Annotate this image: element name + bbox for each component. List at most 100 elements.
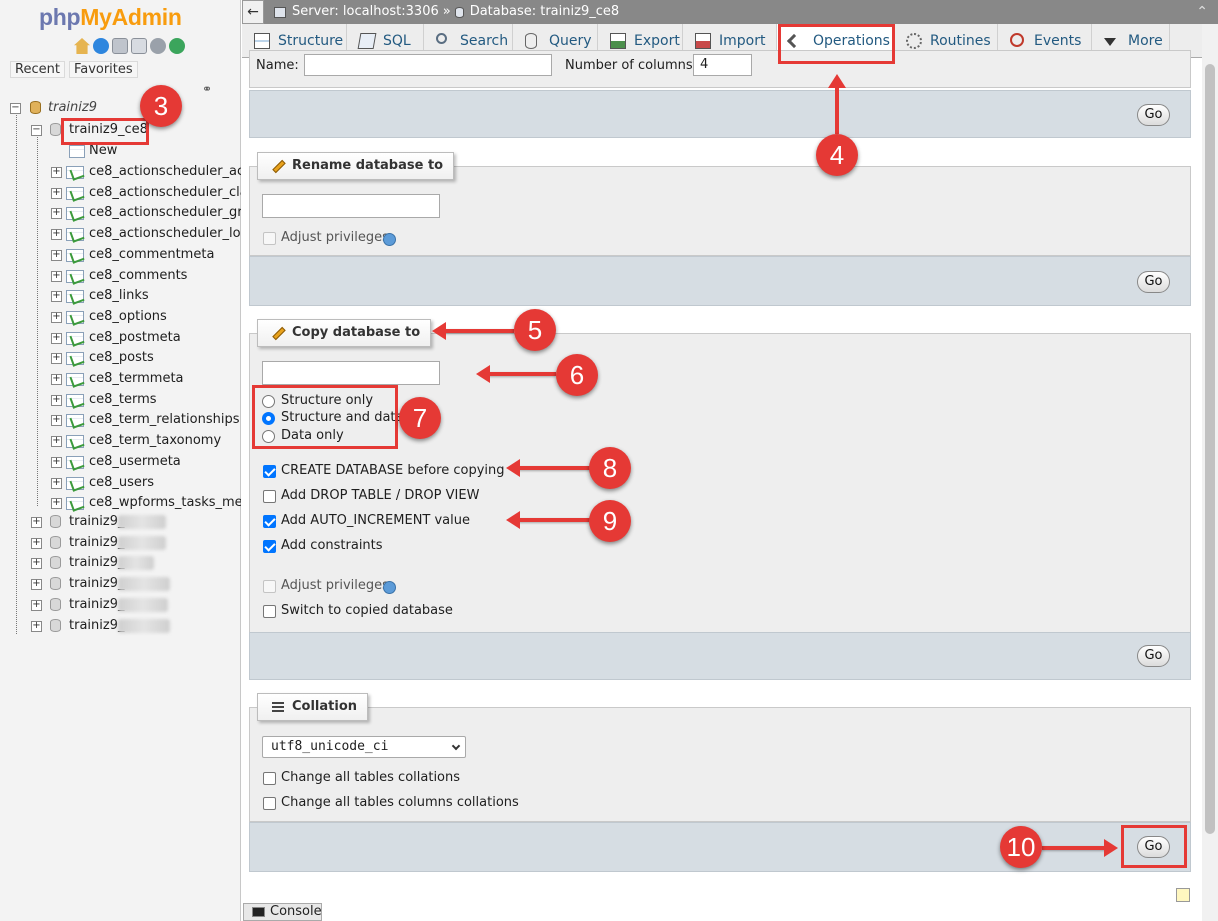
expand-icon[interactable]: + [51,311,62,323]
highlight-operations-tab [778,24,895,64]
tree-table-item[interactable]: +ce8_actionscheduler_actions [0,162,241,182]
tree-table-item[interactable]: + ce8_links [0,286,241,306]
expand-icon[interactable]: + [51,498,62,510]
vertical-scrollbar[interactable] [1202,24,1218,921]
switch-to-copied-checkbox[interactable] [263,605,276,618]
create-table-go-button[interactable]: Go [1137,104,1170,126]
breadcrumb-server[interactable]: Server: localhost:3306 [292,0,439,24]
collation-select[interactable]: utf8_unicode_ci [262,736,466,758]
collapse-icon[interactable]: − [31,125,42,136]
copy-adjust-privileges-checkbox[interactable] [263,580,276,593]
expand-icon[interactable]: + [51,249,62,261]
annotation-badge-3: 3 [140,85,182,127]
phpmyadmin-logo[interactable]: phpMyAdmin [39,4,182,31]
sql-docs-icon[interactable] [131,38,147,54]
table-name-input[interactable] [304,54,552,76]
expand-icon[interactable]: + [51,353,62,365]
auto-increment-checkbox[interactable] [263,515,276,528]
redacted-db-name [118,618,170,633]
favorites-tab[interactable]: Favorites [68,61,138,78]
expand-icon[interactable]: + [51,270,62,282]
tree-table-item[interactable]: + ce8_term_taxonomy [0,431,241,451]
collapse-header-icon[interactable]: ⌃ [1196,0,1208,24]
breadcrumb-database[interactable]: Database: trainiz9_ce8 [470,0,619,24]
expand-icon[interactable]: + [31,517,42,528]
documentation-icon[interactable] [112,38,128,54]
tree-table-item[interactable]: + ce8_comments [0,266,241,286]
expand-icon[interactable]: + [51,229,62,241]
tree-db-item[interactable]: + trainiz9_ [0,574,241,594]
tree-table-item[interactable]: + ce8_wpforms_tasks_meta [0,493,241,513]
rename-go-button[interactable]: Go [1137,271,1170,293]
expand-icon[interactable]: + [51,187,62,199]
console-button[interactable]: Console [243,903,322,921]
create-database-checkbox[interactable] [263,465,276,478]
database-icon [50,123,61,136]
server-node[interactable]: − trainiz9 [0,98,241,118]
change-columns-collation-checkbox[interactable] [263,797,276,810]
expand-icon[interactable]: + [51,394,62,406]
tree-db-item[interactable]: + trainiz9_ [0,553,241,573]
expand-icon[interactable]: + [51,374,62,385]
help-icon[interactable] [93,38,109,54]
tree-table-item[interactable]: + ce8_usermeta [0,452,241,472]
expand-icon[interactable]: + [51,415,62,427]
change-tables-collation-checkbox[interactable] [263,772,276,785]
rename-database-input[interactable] [262,194,440,218]
expand-icon[interactable]: + [31,537,42,549]
tree-table-item[interactable]: + ce8_actionscheduler_logs [0,224,241,244]
tree-table-item[interactable]: + ce8_postmeta [0,328,241,348]
collapse-icon[interactable]: − [10,103,21,114]
table-icon [66,435,84,449]
home-icon[interactable] [74,38,90,54]
tree-table-item[interactable]: +ce8_actionscheduler_groups [0,203,241,223]
tree-table-item[interactable]: + ce8_commentmeta [0,245,241,265]
reload-icon[interactable] [169,38,185,54]
annotation-arrow-6 [476,365,556,383]
tree-table-item[interactable]: + ce8_terms [0,390,241,410]
table-icon [66,373,84,386]
link-with-main-panel-icon[interactable]: ⚭ [202,82,212,96]
expand-icon[interactable]: + [31,599,42,611]
expand-icon[interactable]: + [31,620,42,632]
drop-table-checkbox[interactable] [263,490,276,503]
expand-icon[interactable]: + [31,579,42,591]
expand-icon[interactable]: + [51,291,62,303]
collation-legend: Collation [257,693,369,721]
help-icon[interactable] [383,233,396,246]
tree-table-item[interactable]: + ce8_options [0,307,241,327]
expand-icon[interactable]: + [51,477,62,489]
number-of-columns-input[interactable]: 4 [693,54,752,76]
annotation-arrow-4 [828,74,846,134]
copy-go-button[interactable]: Go [1137,645,1170,667]
add-constraints-checkbox[interactable] [263,540,276,553]
operations-content: Name: Number of columns: 4 Go Rename dat… [242,50,1202,903]
tree-table-item[interactable]: +ce8_actionscheduler_claims [0,183,241,203]
tree-table-item[interactable]: + ce8_term_relationships [0,410,241,430]
help-icon[interactable] [383,581,396,594]
tree-db-item[interactable]: + trainiz9_ [0,512,241,532]
annotation-badge-7: 7 [399,397,441,439]
add-constraints-label: Add constraints [281,538,383,553]
expand-icon[interactable]: + [51,208,62,220]
tree-db-item[interactable]: + trainiz9_ [0,595,241,615]
tree-table-item[interactable]: + ce8_posts [0,348,241,368]
expand-icon[interactable]: + [51,436,62,448]
expand-icon[interactable]: + [51,167,62,178]
back-arrow-icon[interactable]: ← [242,0,264,24]
copy-database-input[interactable] [262,361,440,385]
expand-icon[interactable]: + [31,558,42,570]
page-related-settings-icon[interactable] [1176,888,1190,902]
tree-db-item[interactable]: + trainiz9_ [0,533,241,553]
tree-table-item[interactable]: + ce8_termmeta [0,369,241,389]
rename-footer [249,256,1191,306]
settings-gear-icon[interactable] [150,38,166,54]
scrollbar-thumb[interactable] [1205,64,1215,834]
expand-icon[interactable]: + [51,332,62,344]
tree-table-item[interactable]: + ce8_users [0,473,241,493]
expand-icon[interactable]: + [51,456,62,468]
tree-db-item[interactable]: + trainiz9_ [0,616,241,636]
rename-adjust-privileges-checkbox[interactable] [263,232,276,245]
table-icon [66,228,84,242]
recent-tab[interactable]: Recent [10,61,65,78]
